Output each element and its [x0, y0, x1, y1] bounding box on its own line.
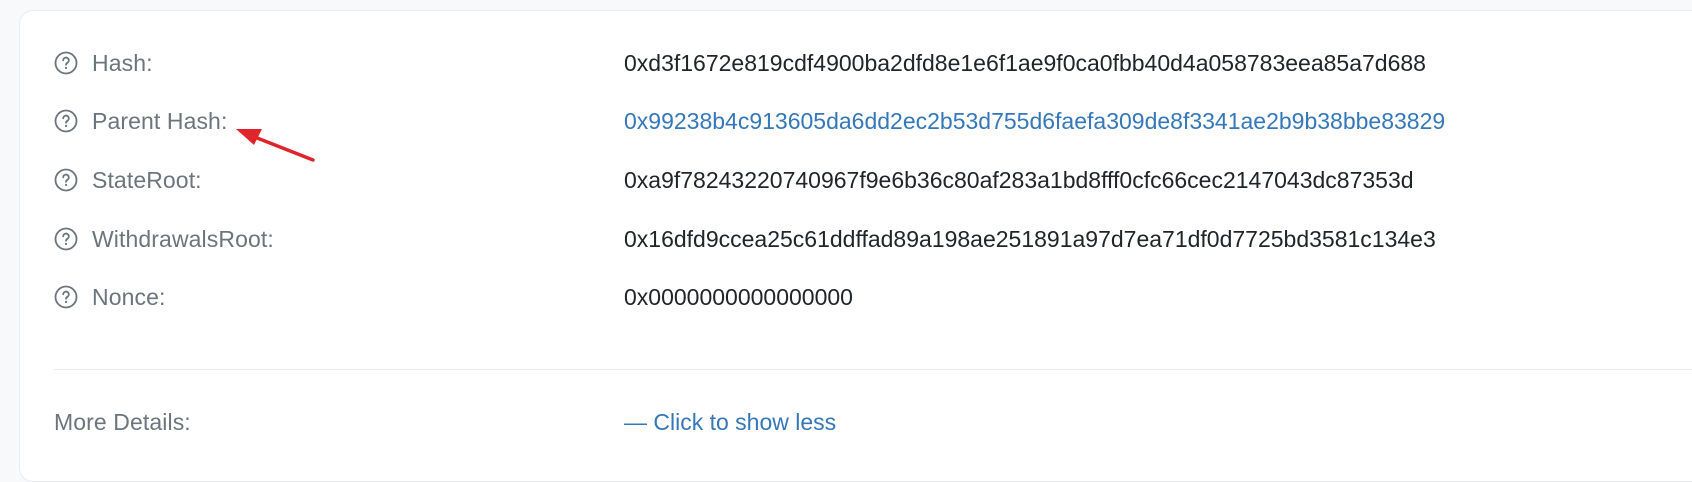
- detail-row-nonce: Nonce: 0x0000000000000000: [54, 281, 853, 313]
- section-divider: [54, 369, 1692, 370]
- detail-row-parent-hash: Parent Hash: 0x99238b4c913605da6dd2ec2b5…: [54, 105, 1445, 137]
- nonce-value: 0x0000000000000000: [624, 283, 853, 310]
- detail-row-state-root: StateRoot: 0xa9f78243220740967f9e6b36c80…: [54, 164, 1414, 196]
- hash-value: 0xd3f1672e819cdf4900ba2dfd8e1e6f1ae9f0ca…: [624, 49, 1426, 76]
- question-circle-icon[interactable]: [54, 168, 78, 192]
- detail-label-group: StateRoot:: [54, 167, 624, 194]
- question-circle-icon[interactable]: [54, 285, 78, 309]
- detail-label-group: Nonce:: [54, 284, 624, 311]
- detail-label-group: Parent Hash:: [54, 108, 624, 135]
- more-details-label: More Details:: [54, 408, 191, 435]
- detail-row-withdrawals-root: WithdrawalsRoot: 0x16dfd9ccea25c61ddffad…: [54, 223, 1436, 255]
- question-circle-icon[interactable]: [54, 227, 78, 251]
- state-root-label: StateRoot:: [92, 166, 202, 193]
- question-circle-icon[interactable]: [54, 109, 78, 133]
- detail-label-group: WithdrawalsRoot:: [54, 226, 624, 253]
- detail-row-hash: Hash: 0xd3f1672e819cdf4900ba2dfd8e1e6f1a…: [54, 47, 1426, 79]
- state-root-value: 0xa9f78243220740967f9e6b36c80af283a1bd8f…: [624, 166, 1414, 193]
- withdrawals-root-label: WithdrawalsRoot:: [92, 225, 274, 252]
- detail-label-group: Hash:: [54, 50, 624, 77]
- more-details-label-group: More Details:: [54, 409, 624, 436]
- question-circle-icon[interactable]: [54, 51, 78, 75]
- nonce-label: Nonce:: [92, 283, 166, 310]
- show-less-toggle[interactable]: — Click to show less: [624, 409, 836, 436]
- hash-label: Hash:: [92, 49, 153, 76]
- more-details-row: More Details: — Click to show less: [54, 406, 836, 438]
- parent-hash-link[interactable]: 0x99238b4c913605da6dd2ec2b53d755d6faefa3…: [624, 108, 1445, 135]
- withdrawals-root-value: 0x16dfd9ccea25c61ddffad89a198ae251891a97…: [624, 225, 1436, 252]
- parent-hash-label: Parent Hash:: [92, 107, 228, 134]
